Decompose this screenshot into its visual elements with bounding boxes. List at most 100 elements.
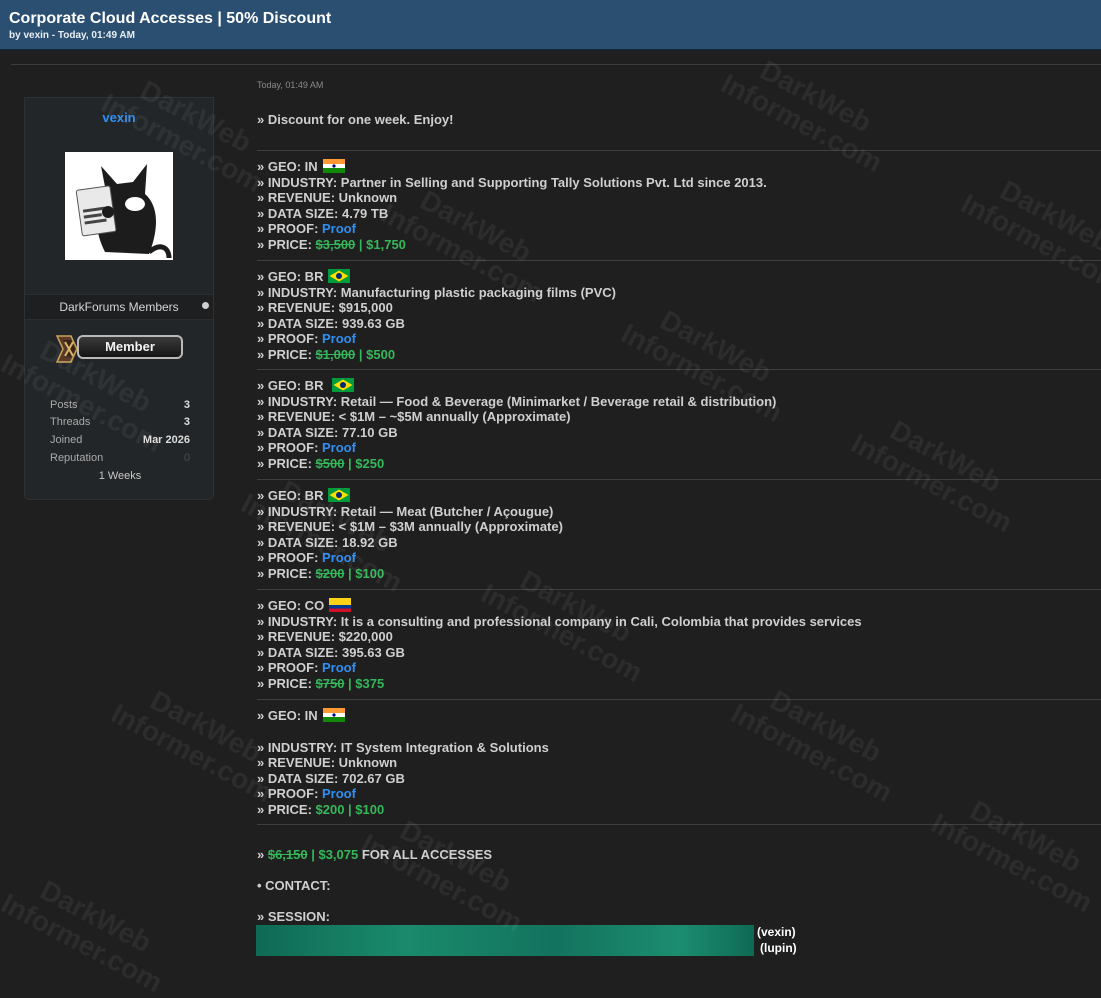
watermark-line: Informer.com [0, 887, 168, 998]
industry-line: » INDUSTRY: Manufacturing plastic packag… [257, 284, 616, 300]
revenue-line: » REVENUE: Unknown [257, 190, 398, 205]
revenue-line: » REVENUE: Unknown [257, 755, 398, 770]
proof-label: » PROOF: [257, 660, 323, 675]
proof-link[interactable]: Proof [322, 440, 356, 455]
divider [257, 369, 1101, 370]
stat-threads: Threads 3 [50, 416, 190, 430]
divider [257, 824, 1101, 825]
cat-avatar-icon [65, 152, 173, 260]
stat-label: Posts [50, 399, 78, 411]
avatar[interactable] [65, 152, 173, 260]
data-size-line: » DATA SIZE: 4.79 TB [257, 205, 389, 221]
member-tenure: 1 Weeks [98, 470, 142, 482]
india-flag-icon [322, 159, 345, 173]
listing-block: » GEO: IN » INDUSTRY: IT System Integrat… [257, 708, 1101, 817]
revenue-line: » REVENUE: < $1M – ~$5M annually (Approx… [257, 409, 571, 424]
geo-line: » GEO: IN [257, 159, 1101, 175]
listing-block: » GEO: BR » INDUSTRY: Retail — Meat (But… [257, 488, 1101, 581]
thread-title: Corporate Cloud Accesses | 50% Discount [9, 10, 332, 27]
proof-line: » PROOF: Proof [257, 786, 1101, 802]
session-label: » SESSION: [257, 909, 330, 924]
price-label: » PRICE: [257, 565, 316, 581]
old-price: $6,150 [267, 847, 308, 862]
session-name: (lupin) [760, 941, 797, 955]
new-price: | $375 [344, 675, 385, 691]
new-price: $200 | $100 [315, 801, 385, 817]
geo-text: » GEO: BR [257, 488, 324, 503]
stat-posts: Posts 3 [50, 399, 190, 413]
geo-line: » GEO: CO [257, 598, 1101, 614]
revenue-line: » REVENUE: $220,000 [257, 629, 393, 644]
proof-link[interactable]: Proof [322, 550, 356, 565]
old-price: $500 [315, 455, 345, 471]
brazil-flag-icon [328, 269, 351, 283]
proof-label: » PROOF: [257, 440, 323, 455]
user-group-row: DarkForums Members [25, 294, 213, 320]
author-panel: vexin DarkForums Members Member Posts 3 [24, 97, 214, 500]
geo-text: » GEO: BR [257, 269, 324, 284]
divider [257, 699, 1101, 700]
proof-link[interactable]: Proof [322, 786, 356, 801]
price-label: » PRICE: [257, 801, 316, 817]
rank-badge: Member [53, 332, 187, 366]
data-size-line: » DATA SIZE: 77.10 GB [257, 424, 398, 440]
geo-line: » GEO: BR [257, 378, 1101, 394]
stat-value: 3 [183, 416, 190, 428]
proof-line: » PROOF: Proof [257, 440, 1101, 456]
divider [257, 150, 1101, 151]
stat-reputation: Reputation 0 [50, 452, 190, 466]
brazil-flag-icon [332, 378, 355, 392]
price-line: » PRICE: $200 | $100 [257, 802, 1101, 818]
proof-line: » PROOF: Proof [257, 550, 1101, 566]
bundle-price-line: » $6,150 | $3,075 FOR ALL ACCESSES [257, 847, 1101, 863]
session-name: (vexin) [757, 925, 796, 939]
author-name-link[interactable]: vexin [25, 110, 213, 125]
price-label: » PRICE: [257, 455, 316, 471]
old-price: $1,000 [315, 346, 356, 362]
industry-line: » INDUSTRY: Retail — Meat (Butcher / Aço… [257, 503, 554, 519]
user-group-label: DarkForums Members [59, 300, 179, 314]
proof-link[interactable]: Proof [322, 331, 356, 346]
data-size-line: » DATA SIZE: 395.63 GB [257, 644, 405, 660]
data-size-line: » DATA SIZE: 18.92 GB [257, 534, 398, 550]
data-size-line: » DATA SIZE: 939.63 GB [257, 315, 405, 331]
new-price: | $1,750 [355, 236, 406, 252]
proof-link[interactable]: Proof [322, 660, 356, 675]
brazil-flag-icon [328, 488, 351, 502]
stat-value[interactable]: 0 [184, 452, 190, 464]
price-label: » PRICE: [257, 236, 316, 252]
listing-block: » GEO: BR » INDUSTRY: Retail — Food & Be… [257, 378, 1101, 471]
listing-block: » GEO: CO » INDUSTRY: It is a consulting… [257, 598, 1101, 691]
listing-block: » GEO: BR » INDUSTRY: Manufacturing plas… [257, 269, 1101, 362]
geo-text: » GEO: CO [257, 598, 325, 613]
divider [257, 589, 1101, 590]
industry-line: » INDUSTRY: Retail — Food & Beverage (Mi… [257, 393, 777, 409]
price-line: » PRICE: $750 | $375 [257, 676, 1101, 692]
proof-line: » PROOF: Proof [257, 660, 1101, 676]
india-flag-icon [322, 708, 345, 722]
bundle-offer: » $6,150 | $3,075 FOR ALL ACCESSES [257, 847, 1101, 863]
revenue-line: » REVENUE: $915,000 [257, 300, 393, 315]
watermark-line: DarkWeb [145, 684, 267, 769]
thread-byline: by vexin - Today, 01:49 AM [9, 30, 135, 41]
geo-text: » GEO: IN [257, 159, 318, 174]
old-price: $200 [315, 565, 345, 581]
geo-line: » GEO: IN [257, 708, 1101, 724]
listing-block: » GEO: IN » INDUSTRY: Partner in Selling… [257, 159, 1101, 252]
price-line: » PRICE: $500 | $250 [257, 456, 1101, 472]
proof-line: » PROOF: Proof [257, 221, 1101, 237]
thread-header: Corporate Cloud Accesses | 50% Discount … [0, 0, 1101, 50]
divider [257, 479, 1101, 480]
data-size-line: » DATA SIZE: 702.67 GB [257, 770, 405, 786]
proof-label: » PROOF: [257, 331, 323, 346]
new-price: | $250 [344, 455, 385, 471]
price-label: » PRICE: [257, 675, 316, 691]
online-status-icon [202, 302, 209, 309]
stat-joined: Joined Mar 2026 [50, 434, 190, 448]
proof-link[interactable]: Proof [322, 221, 356, 236]
price-line: » PRICE: $1,000 | $500 [257, 347, 1101, 363]
old-price: $3,500 [315, 236, 356, 252]
watermark: DarkWebInformer.com [716, 42, 901, 178]
contact-label: • CONTACT: [257, 878, 331, 893]
stat-label: Threads [50, 416, 91, 428]
